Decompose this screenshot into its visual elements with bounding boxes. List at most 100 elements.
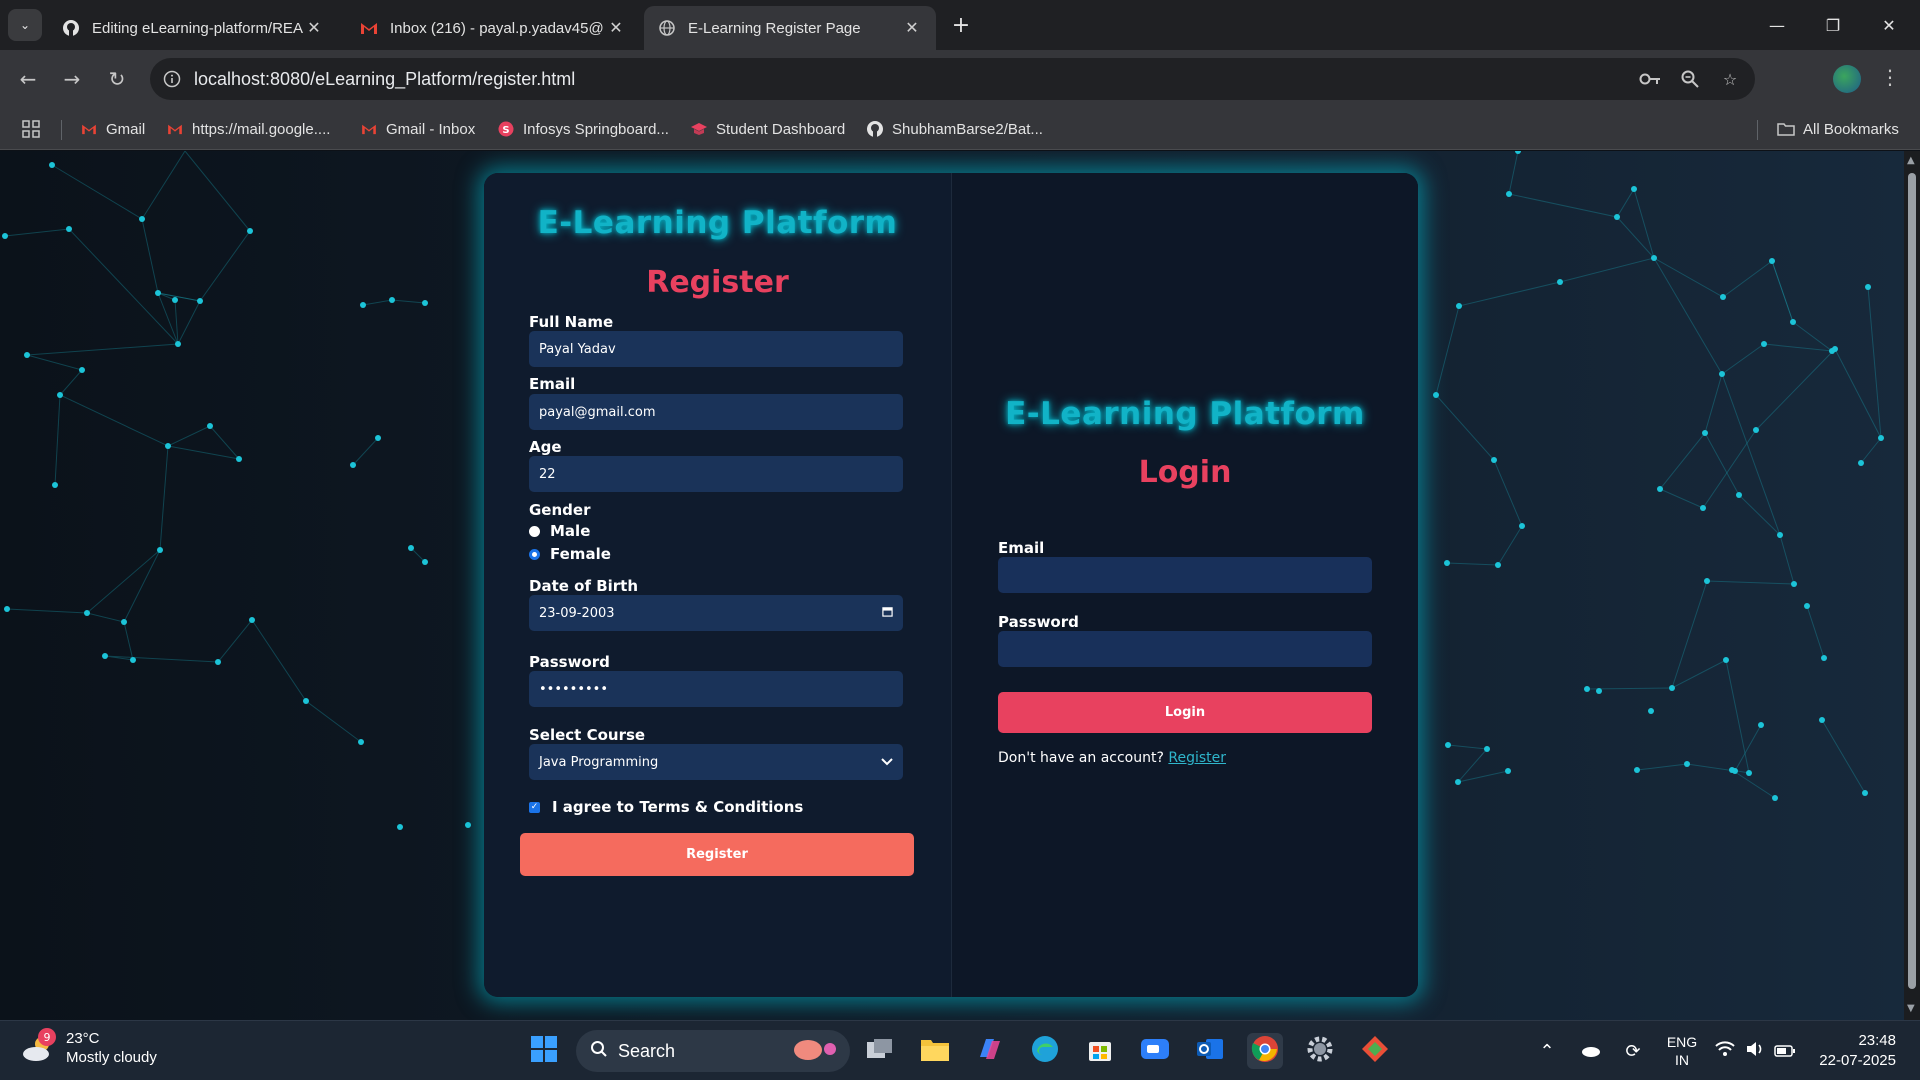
login-email-input[interactable]	[998, 557, 1372, 593]
bookmark-label: ShubhamBarse2/Bat...	[892, 120, 1043, 138]
radio-button[interactable]	[529, 548, 540, 560]
password-input[interactable]: •••••••••	[529, 671, 903, 707]
tab-search-button[interactable]: ⌄	[8, 9, 42, 41]
edge-button[interactable]	[1027, 1033, 1063, 1069]
outlook-button[interactable]	[1192, 1033, 1228, 1069]
register-link[interactable]: Register	[1168, 750, 1226, 766]
course-label: Select Course	[529, 726, 646, 744]
close-icon[interactable]: ✕	[902, 18, 922, 38]
dob-input[interactable]: 23-09-2003	[529, 595, 903, 631]
store-button[interactable]	[1082, 1033, 1118, 1069]
reload-button[interactable]: ↻	[102, 64, 132, 94]
site-info-icon[interactable]	[150, 70, 194, 88]
volume-button[interactable]	[1740, 1033, 1770, 1069]
menu-icon[interactable]: ⋮	[1880, 65, 1900, 89]
task-view-button[interactable]	[862, 1033, 898, 1069]
close-icon: ✕	[1882, 15, 1896, 35]
gear-icon	[1306, 1035, 1334, 1068]
gmail-icon	[360, 19, 378, 37]
zoom-icon[interactable]	[1679, 68, 1701, 90]
address-bar[interactable]: localhost:8080/eLearning_Platform/regist…	[150, 58, 1755, 100]
scroll-up-icon[interactable]: ▲	[1907, 155, 1915, 166]
bookmark-student-dashboard[interactable]: Student Dashboard	[690, 116, 845, 142]
login-password-input[interactable]	[998, 631, 1372, 667]
weather-widget[interactable]: 9 23°C Mostly cloudy	[20, 1028, 157, 1067]
login-panel: E-Learning Platform Login Email Password…	[952, 173, 1418, 997]
course-select[interactable]: Java Programming	[529, 744, 903, 780]
terms-checkbox[interactable]: ✓ I agree to Terms & Conditions	[529, 798, 803, 816]
new-tab-button[interactable]: +	[948, 12, 974, 38]
auth-card: E-Learning Platform Register Full Name P…	[484, 173, 1418, 997]
zoom-app-button[interactable]	[1137, 1033, 1173, 1069]
tab-title: Inbox (216) - payal.p.yadav45@	[390, 19, 604, 37]
login-submit-button[interactable]: Login	[998, 692, 1372, 733]
bookmark-github-shubham[interactable]: ShubhamBarse2/Bat...	[866, 116, 1043, 142]
tab-github-editing[interactable]: Editing eLearning-platform/REA ✕	[48, 6, 338, 50]
system-clock[interactable]: 23:48 22-07-2025	[1816, 1031, 1896, 1071]
bookmark-gmail-inbox[interactable]: Gmail - Inbox	[360, 116, 475, 142]
scroll-down-icon[interactable]: ▼	[1907, 1003, 1915, 1014]
bookmark-mail-google[interactable]: https://mail.google....	[166, 116, 330, 142]
apps-button[interactable]	[22, 116, 48, 142]
start-button[interactable]	[526, 1033, 562, 1069]
forward-button[interactable]: →	[57, 64, 87, 94]
profile-avatar[interactable]	[1833, 65, 1861, 93]
close-icon[interactable]: ✕	[304, 18, 324, 38]
close-icon[interactable]: ✕	[606, 18, 626, 38]
wifi-icon	[1715, 1040, 1735, 1062]
gender-radio-female[interactable]: Female	[529, 545, 611, 563]
meeting-icon	[1140, 1037, 1170, 1066]
gmail-icon	[80, 120, 98, 138]
email-input[interactable]: payal@gmail.com	[529, 394, 903, 430]
password-key-icon[interactable]	[1639, 68, 1661, 90]
taskbar-search[interactable]: Search	[576, 1030, 850, 1072]
all-bookmarks-button[interactable]: All Bookmarks	[1777, 116, 1899, 142]
show-hidden-icons-button[interactable]: ⌃	[1535, 1033, 1559, 1069]
minimize-button[interactable]: —	[1754, 10, 1800, 40]
login-brand-title: E-Learning Platform	[1005, 396, 1365, 432]
sync-button[interactable]: ⟳	[1618, 1033, 1648, 1069]
file-explorer-button[interactable]	[917, 1033, 953, 1069]
battery-button[interactable]	[1770, 1033, 1800, 1069]
age-input[interactable]: 22	[529, 456, 903, 492]
radio-button[interactable]	[529, 525, 540, 537]
copilot-button[interactable]	[972, 1033, 1008, 1069]
diamond-app-icon	[1361, 1035, 1389, 1068]
divider	[1757, 120, 1758, 140]
tab-gmail-inbox[interactable]: Inbox (216) - payal.p.yadav45@ ✕	[346, 6, 640, 50]
bookmarks-bar: Gmail https://mail.google.... Gmail - In…	[0, 108, 1920, 150]
bookmark-label: Infosys Springboard...	[523, 120, 669, 138]
calendar-icon[interactable]	[882, 606, 893, 621]
store-icon	[1086, 1035, 1114, 1068]
tab-elearning-register[interactable]: E-Learning Register Page ✕	[644, 6, 936, 50]
gender-radio-male[interactable]: Male	[529, 522, 590, 540]
git-app-button[interactable]	[1357, 1033, 1393, 1069]
restore-button[interactable]: ❐	[1810, 10, 1856, 40]
close-window-button[interactable]: ✕	[1866, 10, 1912, 40]
language-indicator[interactable]: ENG IN	[1665, 1033, 1699, 1069]
bookmark-star-icon[interactable]: ☆	[1719, 68, 1741, 90]
bookmark-infosys-springboard[interactable]: S Infosys Springboard...	[497, 116, 669, 142]
bookmark-gmail[interactable]: Gmail	[80, 116, 145, 142]
register-submit-button[interactable]: Register	[520, 833, 914, 876]
toolbar: ← → ↻ localhost:8080/eLearning_Platform/…	[0, 50, 1920, 108]
github-icon	[62, 19, 80, 37]
full-name-input[interactable]: Payal Yadav	[529, 331, 903, 367]
back-button[interactable]: ←	[13, 64, 43, 94]
minimize-icon: —	[1769, 15, 1785, 35]
chrome-button[interactable]	[1247, 1033, 1283, 1069]
onedrive-button[interactable]	[1575, 1033, 1605, 1069]
task-view-icon	[866, 1038, 894, 1065]
windows-taskbar: 9 23°C Mostly cloudy Search ⌃ ⟳ ENG IN 2…	[0, 1020, 1920, 1080]
checkbox-checked-icon[interactable]: ✓	[529, 801, 540, 813]
password-label: Password	[529, 653, 610, 671]
scrollbar-thumb[interactable]	[1908, 173, 1916, 989]
arrow-right-icon: →	[63, 67, 81, 91]
page-scrollbar[interactable]: ▲ ▼	[1904, 151, 1920, 1020]
graduation-cap-icon	[690, 120, 708, 138]
battery-icon	[1774, 1041, 1796, 1062]
settings-button[interactable]	[1302, 1033, 1338, 1069]
network-button[interactable]	[1710, 1033, 1740, 1069]
bookmark-label: Gmail - Inbox	[386, 120, 476, 138]
bookmark-label: All Bookmarks	[1803, 120, 1899, 138]
